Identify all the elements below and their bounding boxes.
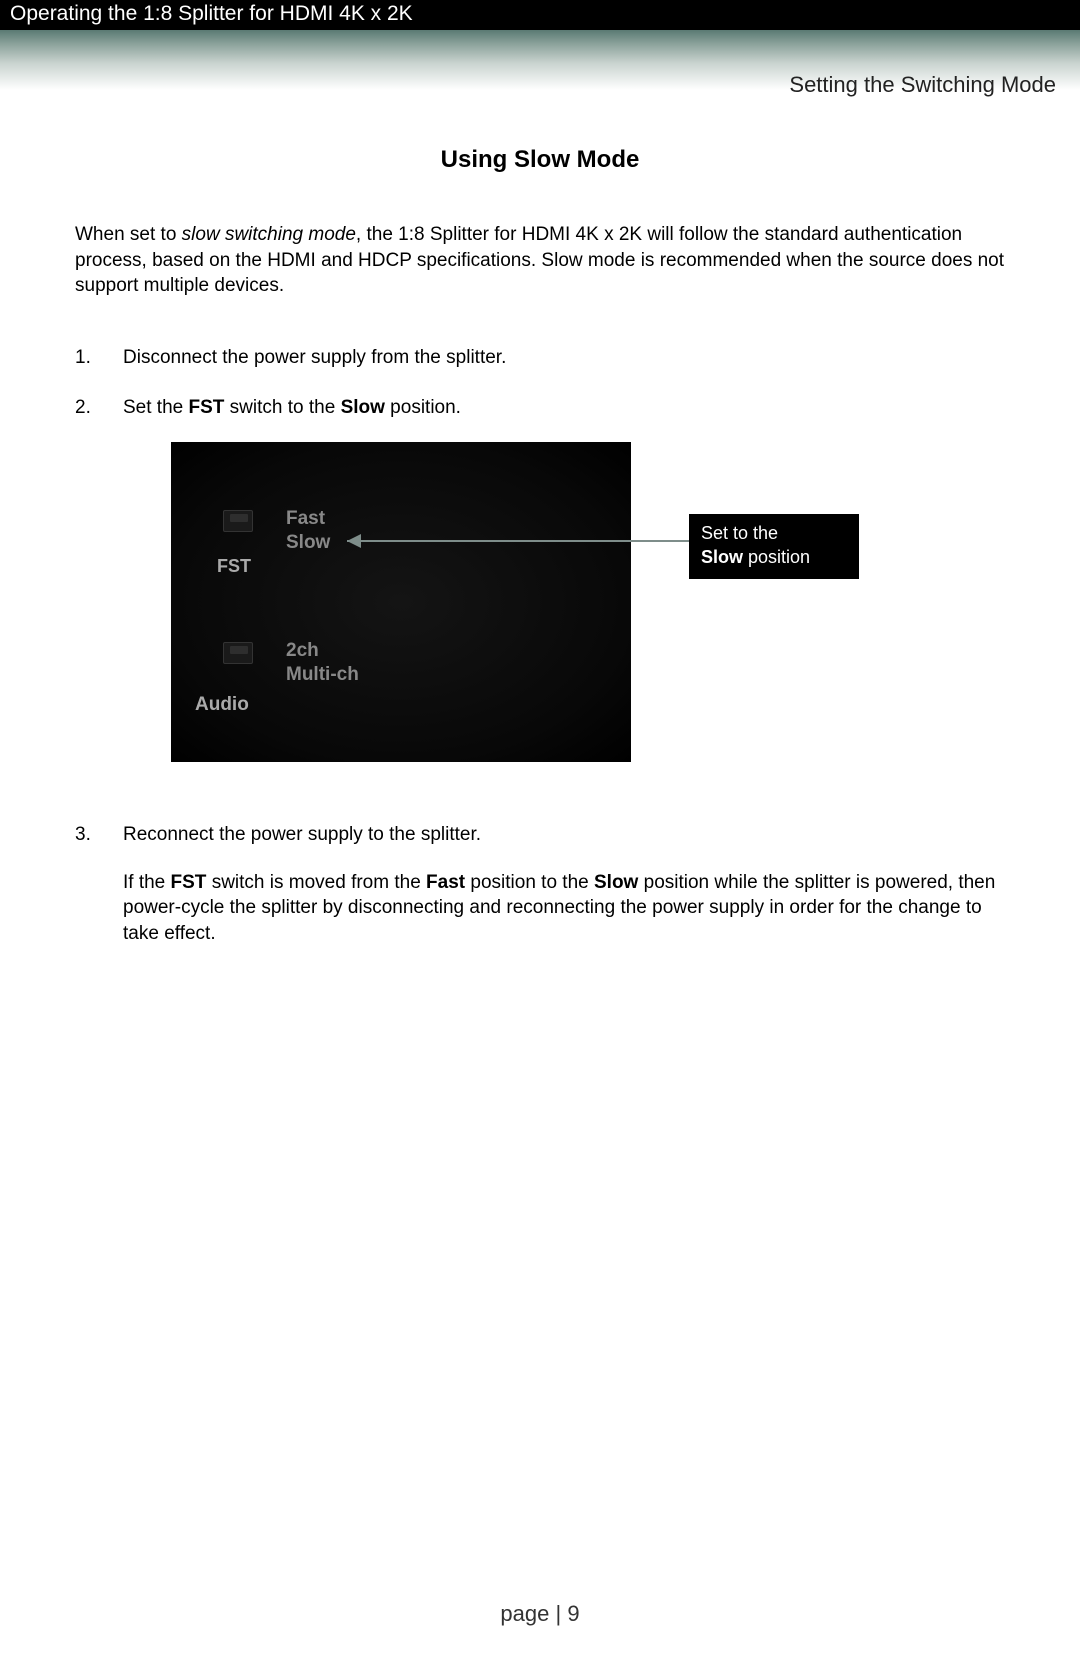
- device-label-audio: Audio: [195, 692, 249, 718]
- steps-list: Disconnect the power supply from the spl…: [75, 345, 1005, 947]
- fst-switch: [223, 510, 253, 532]
- callout-bold: Slow: [701, 547, 743, 567]
- callout-arrow-head-icon: [347, 534, 361, 548]
- step-2-b2: Slow: [341, 397, 385, 418]
- page-footer: page | 9: [0, 1601, 1080, 1627]
- device-label-2ch: 2ch: [286, 638, 319, 664]
- s3n-b2: Fast: [426, 872, 465, 893]
- callout-line1: Set to the: [701, 523, 778, 543]
- intro-text-pre: When set to: [75, 224, 182, 245]
- chapter-header: Operating the 1:8 Splitter for HDMI 4K x…: [0, 0, 1080, 30]
- step-2-post: position.: [385, 397, 461, 418]
- step-1: Disconnect the power supply from the spl…: [75, 345, 1005, 371]
- device-label-fast: Fast: [286, 506, 325, 532]
- footer-label: page |: [500, 1601, 567, 1626]
- s3n-b1: FST: [171, 872, 207, 893]
- step-1-text: Disconnect the power supply from the spl…: [123, 347, 506, 368]
- step-3: Reconnect the power supply to the splitt…: [75, 822, 1005, 947]
- s3n-m2: position to the: [465, 872, 594, 893]
- callout-box: Set to the Slow position: [689, 514, 859, 579]
- step-2-b1: FST: [189, 397, 225, 418]
- device-label-fst: FST: [217, 554, 251, 578]
- footer-page-number: 9: [567, 1601, 579, 1626]
- intro-emph: slow switching mode: [182, 224, 356, 245]
- step-3-text: Reconnect the power supply to the splitt…: [123, 824, 481, 845]
- intro-paragraph: When set to slow switching mode, the 1:8…: [75, 222, 1005, 299]
- callout-rest: position: [743, 547, 810, 567]
- device-figure: Fast Slow FST 2ch Multi-ch Audio Set to …: [171, 442, 1005, 782]
- step-2: Set the FST switch to the Slow position.…: [75, 395, 1005, 783]
- step-3-note: If the FST switch is moved from the Fast…: [123, 870, 1005, 947]
- callout-leader-line: [347, 540, 689, 542]
- audio-switch: [223, 642, 253, 664]
- step-2-pre: Set the: [123, 397, 189, 418]
- s3n-m1: switch is moved from the: [206, 872, 426, 893]
- section-title: Using Slow Mode: [75, 146, 1005, 174]
- device-photo: Fast Slow FST 2ch Multi-ch Audio: [171, 442, 631, 762]
- device-label-multi: Multi-ch: [286, 662, 359, 688]
- chapter-title: Operating the 1:8 Splitter for HDMI 4K x…: [10, 2, 413, 25]
- page-content: Using Slow Mode When set to slow switchi…: [0, 146, 1080, 947]
- section-subhead: Setting the Switching Mode: [0, 72, 1080, 98]
- device-label-slow: Slow: [286, 530, 330, 556]
- step-2-mid: switch to the: [224, 397, 340, 418]
- s3n-pre: If the: [123, 872, 171, 893]
- s3n-b3: Slow: [594, 872, 638, 893]
